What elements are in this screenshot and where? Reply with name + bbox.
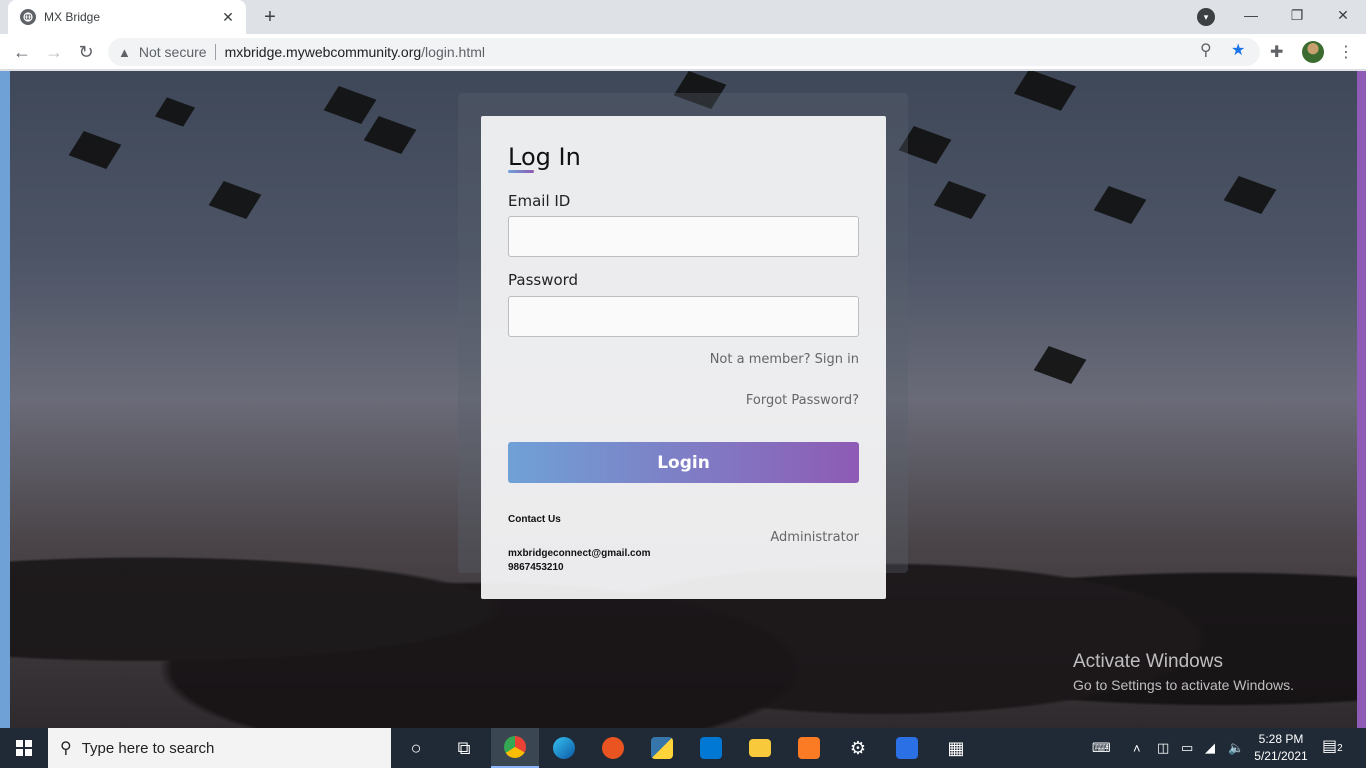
activation-watermark: Activate Windows Go to Settings to activ… [1073,651,1294,693]
login-card: Log In Email ID Password Not a member? S… [481,116,886,599]
network-icon[interactable]: ◢ [1205,728,1215,768]
cortana-icon[interactable]: ○ [392,728,440,768]
system-clock[interactable]: 5:28 PM 5/21/2021 [1252,731,1310,765]
taskbar-search[interactable]: ⚲ Type here to search [48,728,391,768]
browser-toolbar: ← → ↻ ▲ Not secure mxbridge.mywebcommuni… [0,34,1366,70]
address-bar[interactable]: ▲ Not secure mxbridge.mywebcommunity.org… [108,38,1260,66]
email-label: Email ID [508,192,571,210]
right-edge-accent [1357,71,1366,728]
graduation-cap-icon [933,181,987,219]
battery-icon[interactable]: ▭ [1181,728,1193,768]
bookmark-star-icon[interactable]: ★ [1231,40,1245,60]
page-background: Log In Email ID Password Not a member? S… [0,71,1366,728]
graduation-cap-icon [363,116,417,154]
forward-arrow-icon[interactable]: → [42,40,66,64]
contact-email: mxbridgeconnect@gmail.com [508,548,651,559]
browser-tabstrip: MX Bridge ✕ + ▾ — ❐ ✕ [0,0,1366,34]
notification-count: 2 [1337,743,1343,754]
clock-date: 5/21/2021 [1254,749,1308,763]
vscode-taskbar-icon[interactable] [687,728,735,768]
extensions-icon[interactable]: ✚ [1270,42,1283,62]
address-separator [214,44,216,60]
task-view-icon[interactable]: ⧉ [440,728,488,768]
email-field[interactable] [508,216,859,257]
xampp-taskbar-icon[interactable] [785,728,833,768]
chevron-up-icon[interactable]: ˄ [1133,728,1141,768]
password-label: Password [508,271,579,289]
graduation-cap-icon [208,181,262,219]
edge-taskbar-icon[interactable] [540,728,588,768]
chrome-taskbar-icon[interactable] [491,728,539,768]
url-host: mxbridge.mywebcommunity.org [224,44,422,60]
search-placeholder: Type here to search [81,739,215,757]
graduation-cap-icon [154,97,196,127]
close-tab-icon[interactable]: ✕ [220,9,236,26]
login-button[interactable]: Login [508,442,859,483]
title-underline [508,170,534,173]
contact-heading: Contact Us [508,514,561,525]
login-title: Log In [508,143,581,171]
graduation-cap-icon [1033,346,1087,384]
windows-logo-icon [16,740,32,756]
settings-gear-icon[interactable]: ⚙ [834,728,882,768]
tab-search-icon[interactable]: ▾ [1197,8,1215,26]
restore-button[interactable]: ❐ [1274,0,1320,34]
ubuntu-taskbar-icon[interactable] [589,728,637,768]
back-arrow-icon[interactable]: ← [10,40,34,64]
graduation-cap-icon [1013,71,1077,111]
calculator-icon[interactable]: ▦ [932,728,980,768]
graduation-cap-icon [323,86,377,124]
profile-avatar[interactable] [1302,41,1324,63]
volume-icon[interactable]: 🔈 [1228,728,1244,768]
menu-dots-icon[interactable]: ⋮ [1338,42,1354,62]
close-window-button[interactable]: ✕ [1320,0,1366,34]
graduation-cap-icon [68,131,122,169]
start-button[interactable] [0,728,48,768]
administrator-link[interactable]: Administrator [770,530,859,545]
globe-icon [20,9,36,25]
new-tab-button[interactable]: + [258,6,282,28]
file-explorer-icon[interactable] [736,728,784,768]
clock-time: 5:28 PM [1258,732,1304,746]
python-taskbar-icon[interactable] [638,728,686,768]
meet-now-icon[interactable]: ◫ [1157,728,1169,768]
forgot-password-link[interactable]: Forgot Password? [746,393,859,408]
left-edge-accent [0,71,10,728]
graduation-cap-icon [1093,186,1147,224]
keyboard-icon[interactable]: ⌨ [1092,728,1111,768]
reload-icon[interactable]: ↻ [74,40,98,64]
windows-taskbar: ⚲ Type here to search ○ ⧉ ⚙ ▦ ⌨ ˄ ◫ ▭ ◢ … [0,728,1366,768]
url-path: /login.html [421,44,485,60]
contact-phone: 9867453210 [508,562,564,573]
wps-taskbar-icon[interactable] [883,728,931,768]
search-icon: ⚲ [60,740,72,757]
browser-tab[interactable]: MX Bridge ✕ [8,0,246,34]
password-field[interactable] [508,296,859,337]
minimize-button[interactable]: — [1228,0,1274,34]
zoom-icon[interactable]: ⚲ [1200,40,1212,60]
notifications-icon[interactable]: ▤2 [1322,736,1343,756]
graduation-cap-icon [1223,176,1277,214]
tab-title: MX Bridge [44,10,101,24]
watermark-title: Activate Windows [1073,651,1223,672]
security-status[interactable]: Not secure [139,44,207,60]
warning-icon[interactable]: ▲ [118,45,131,60]
sign-up-link[interactable]: Not a member? Sign in [710,352,859,367]
watermark-subtitle: Go to Settings to activate Windows. [1073,677,1294,693]
